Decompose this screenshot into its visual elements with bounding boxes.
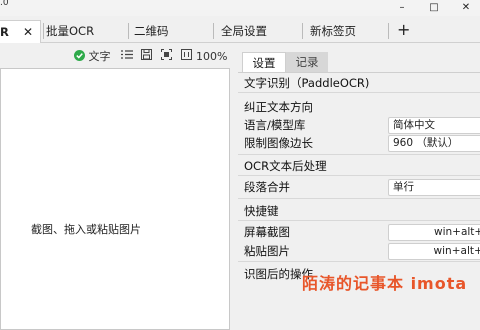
save-icon[interactable] bbox=[141, 48, 152, 66]
text-toggle-label: 文字 bbox=[88, 50, 111, 63]
tab-qrcode[interactable]: 二维码 bbox=[134, 20, 169, 42]
settings-panel: 设置 记录 文字识别（PaddleOCR) 纠正文本方向 语言/模型库 简体中文… bbox=[238, 48, 480, 300]
tab-settings[interactable]: 设置 bbox=[242, 52, 286, 73]
maximize-button[interactable]: □ bbox=[420, 0, 448, 16]
screenshot-hotkey-label: 屏幕截图 bbox=[244, 225, 290, 239]
list-icon[interactable] bbox=[121, 48, 133, 66]
tab-close-icon[interactable]: ✕ bbox=[23, 21, 33, 43]
fit-screen-icon[interactable] bbox=[161, 48, 172, 66]
tab-separator bbox=[128, 23, 129, 39]
tab-batch-ocr[interactable]: 批量OCR bbox=[46, 20, 94, 42]
section-post-processing: OCR文本后处理 bbox=[244, 159, 327, 173]
tab-separator bbox=[302, 23, 303, 39]
text-toggle[interactable]: 文字 bbox=[74, 48, 111, 66]
divider bbox=[238, 92, 480, 93]
tab-bar: R ✕ 批量OCR 二维码 全局设置 新标签页 + bbox=[0, 20, 480, 43]
image-canvas[interactable]: 截图、拖入或粘贴图片 bbox=[0, 68, 230, 330]
tab-history[interactable]: 记录 bbox=[286, 52, 328, 72]
divider bbox=[238, 175, 480, 176]
merge-label: 段落合并 bbox=[244, 180, 290, 194]
title-bar: .0 – □ ✕ bbox=[0, 0, 480, 16]
add-tab-button[interactable]: + bbox=[397, 20, 410, 42]
minimize-button[interactable]: – bbox=[388, 0, 416, 16]
language-label: 语言/模型库 bbox=[244, 118, 306, 132]
language-select[interactable]: 简体中文 bbox=[388, 117, 480, 134]
divider bbox=[238, 220, 480, 221]
tab-global-settings[interactable]: 全局设置 bbox=[221, 20, 267, 42]
tab-separator bbox=[43, 23, 44, 39]
drop-hint: 截图、拖入或粘贴图片 bbox=[31, 223, 141, 236]
image-panel: 文字 100% 截图、拖入或粘贴图片 bbox=[0, 48, 230, 330]
close-window-button[interactable]: ✕ bbox=[452, 0, 480, 16]
actual-size-icon[interactable] bbox=[181, 48, 192, 66]
watermark: 陌涛的记事本 imota bbox=[302, 274, 468, 293]
correct-direction-option[interactable]: 纠正文本方向 bbox=[244, 99, 313, 115]
settings-tab-line bbox=[238, 72, 480, 73]
merge-select[interactable]: 单行 bbox=[388, 179, 480, 196]
tab-screenshot-ocr[interactable]: R ✕ bbox=[0, 20, 41, 43]
zoom-level: 100% bbox=[196, 50, 228, 63]
tab-separator bbox=[388, 23, 389, 39]
image-toolbar: 文字 100% bbox=[0, 48, 230, 66]
paste-hotkey-input[interactable]: win+alt+v bbox=[388, 243, 480, 260]
divider bbox=[238, 261, 480, 262]
section-ocr-engine: 文字识别（PaddleOCR) bbox=[244, 76, 370, 90]
divider bbox=[238, 154, 480, 155]
check-circle-icon bbox=[74, 50, 85, 61]
divider bbox=[238, 198, 480, 199]
limit-select[interactable]: 960 （默认） bbox=[388, 135, 480, 152]
tab-new-tab[interactable]: 新标签页 bbox=[310, 20, 356, 42]
screenshot-hotkey-input[interactable]: win+alt+c bbox=[388, 224, 480, 241]
tab-separator bbox=[213, 23, 214, 39]
app-version: .0 bbox=[0, 0, 9, 8]
tab-label: R bbox=[0, 25, 9, 39]
section-hotkeys: 快捷键 bbox=[244, 204, 279, 218]
paste-hotkey-label: 粘贴图片 bbox=[244, 244, 290, 258]
limit-label: 限制图像边长 bbox=[244, 136, 313, 150]
